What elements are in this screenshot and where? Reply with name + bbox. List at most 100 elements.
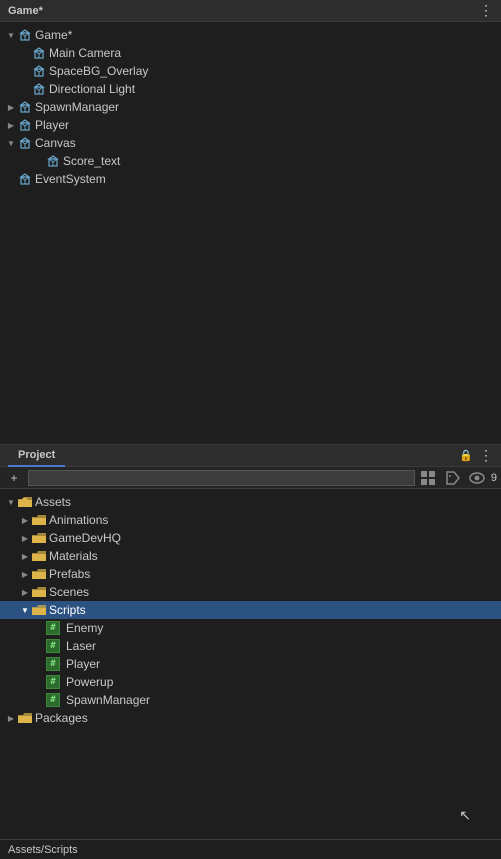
canvas-arrow: [4, 136, 18, 150]
lock-icon[interactable]: 🔒: [459, 449, 473, 462]
label-toggle-icon[interactable]: [443, 469, 463, 487]
spawn-manager-script-label: SpawnManager: [66, 693, 150, 707]
view-toggle-icon[interactable]: [419, 469, 439, 487]
project-tabs: Project: [8, 445, 65, 467]
packages-arrow: [4, 711, 18, 725]
root-label: Game*: [35, 28, 72, 42]
prefabs-label: Prefabs: [49, 567, 90, 581]
spacebg-icon: [32, 64, 46, 78]
player-icon: [18, 118, 32, 132]
hierarchy-item-spawn-manager[interactable]: SpawnManager: [0, 98, 501, 116]
project-panel: Project 🔒 ⋮ +: [0, 445, 501, 859]
scenes-arrow: [18, 585, 32, 599]
player-script-label: Player: [66, 657, 100, 671]
project-tree: Assets Animations GameDevHQ: [0, 489, 501, 839]
scripts-folder-icon: [32, 603, 46, 617]
hierarchy-item-player[interactable]: Player: [0, 116, 501, 134]
project-item-materials[interactable]: Materials: [0, 547, 501, 565]
project-item-player-script[interactable]: # Player: [0, 655, 501, 673]
animations-arrow: [18, 513, 32, 527]
enemy-label: Enemy: [66, 621, 103, 635]
scenes-label: Scenes: [49, 585, 89, 599]
status-text: Assets/Scripts: [8, 844, 78, 856]
cursor-indicator: ↖: [459, 807, 471, 824]
hierarchy-header: Game* ⋮: [0, 0, 501, 22]
scripts-label: Scripts: [49, 603, 86, 617]
event-system-label: EventSystem: [35, 172, 106, 186]
materials-arrow: [18, 549, 32, 563]
project-menu-icon[interactable]: ⋮: [479, 447, 493, 464]
spawn-manager-arrow: [4, 100, 18, 114]
packages-folder-icon: [18, 711, 32, 725]
laser-script-icon: #: [46, 639, 60, 653]
packages-label: Packages: [35, 711, 88, 725]
project-item-powerup[interactable]: # Powerup: [0, 673, 501, 691]
eye-count: 9: [491, 472, 497, 484]
hierarchy-item-canvas[interactable]: Canvas: [0, 134, 501, 152]
score-text-icon: [46, 154, 60, 168]
search-input[interactable]: [28, 470, 415, 486]
assets-folder-icon: [18, 495, 32, 509]
materials-label: Materials: [49, 549, 98, 563]
event-system-icon: [18, 172, 32, 186]
player-arrow: [4, 118, 18, 132]
scenes-folder-icon: [32, 585, 46, 599]
gamedevhq-arrow: [18, 531, 32, 545]
add-button[interactable]: +: [4, 469, 24, 487]
project-item-animations[interactable]: Animations: [0, 511, 501, 529]
hierarchy-menu-icon[interactable]: ⋮: [479, 2, 493, 19]
project-item-prefabs[interactable]: Prefabs: [0, 565, 501, 583]
animations-label: Animations: [49, 513, 108, 527]
gamedevhq-label: GameDevHQ: [49, 531, 121, 545]
directional-light-label: Directional Light: [49, 82, 135, 96]
gamedevhq-folder-icon: [32, 531, 46, 545]
powerup-label: Powerup: [66, 675, 113, 689]
materials-folder-icon: [32, 549, 46, 563]
tab-project[interactable]: Project: [8, 445, 65, 467]
score-text-label: Score_text: [63, 154, 120, 168]
project-item-laser[interactable]: # Laser: [0, 637, 501, 655]
spawn-manager-label: SpawnManager: [35, 100, 119, 114]
player-label: Player: [35, 118, 69, 132]
spawn-manager-script-icon: #: [46, 693, 60, 707]
canvas-label: Canvas: [35, 136, 76, 150]
animations-folder-icon: [32, 513, 46, 527]
main-camera-label: Main Camera: [49, 46, 121, 60]
toolbar-right: 9: [419, 469, 497, 487]
enemy-script-icon: #: [46, 621, 60, 635]
hierarchy-item-event-system[interactable]: EventSystem: [0, 170, 501, 188]
spawn-manager-icon: [18, 100, 32, 114]
powerup-script-icon: #: [46, 675, 60, 689]
hierarchy-root-item[interactable]: Game*: [0, 26, 501, 44]
project-item-packages[interactable]: Packages: [0, 709, 501, 727]
scripts-arrow: [18, 603, 32, 617]
project-item-gamedevhq[interactable]: GameDevHQ: [0, 529, 501, 547]
assets-label: Assets: [35, 495, 71, 509]
canvas-icon: [18, 136, 32, 150]
spacebg-label: SpaceBG_Overlay: [49, 64, 148, 78]
hierarchy-header-icons: ⋮: [479, 2, 493, 19]
hierarchy-title: Game*: [8, 5, 43, 17]
player-script-icon: #: [46, 657, 60, 671]
project-toolbar: +: [0, 467, 501, 489]
project-header: Project 🔒 ⋮: [0, 445, 501, 467]
project-item-scripts[interactable]: Scripts: [0, 601, 501, 619]
prefabs-folder-icon: [32, 567, 46, 581]
hierarchy-item-main-camera[interactable]: Main Camera: [0, 44, 501, 62]
main-camera-icon: [32, 46, 46, 60]
directional-light-icon: [32, 82, 46, 96]
project-header-icons: 🔒 ⋮: [459, 447, 493, 464]
laser-label: Laser: [66, 639, 96, 653]
assets-arrow: [4, 495, 18, 509]
hierarchy-item-score-text[interactable]: Score_text: [0, 152, 501, 170]
project-item-scenes[interactable]: Scenes: [0, 583, 501, 601]
project-item-assets[interactable]: Assets: [0, 493, 501, 511]
prefabs-arrow: [18, 567, 32, 581]
hierarchy-tree: Game* Main Camera: [0, 22, 501, 444]
hierarchy-item-spacebg[interactable]: SpaceBG_Overlay: [0, 62, 501, 80]
hierarchy-panel: Game* ⋮ Game*: [0, 0, 501, 445]
project-item-enemy[interactable]: # Enemy: [0, 619, 501, 637]
hierarchy-item-directional-light[interactable]: Directional Light: [0, 80, 501, 98]
eye-icon[interactable]: [467, 469, 487, 487]
project-item-spawn-manager-script[interactable]: # SpawnManager: [0, 691, 501, 709]
